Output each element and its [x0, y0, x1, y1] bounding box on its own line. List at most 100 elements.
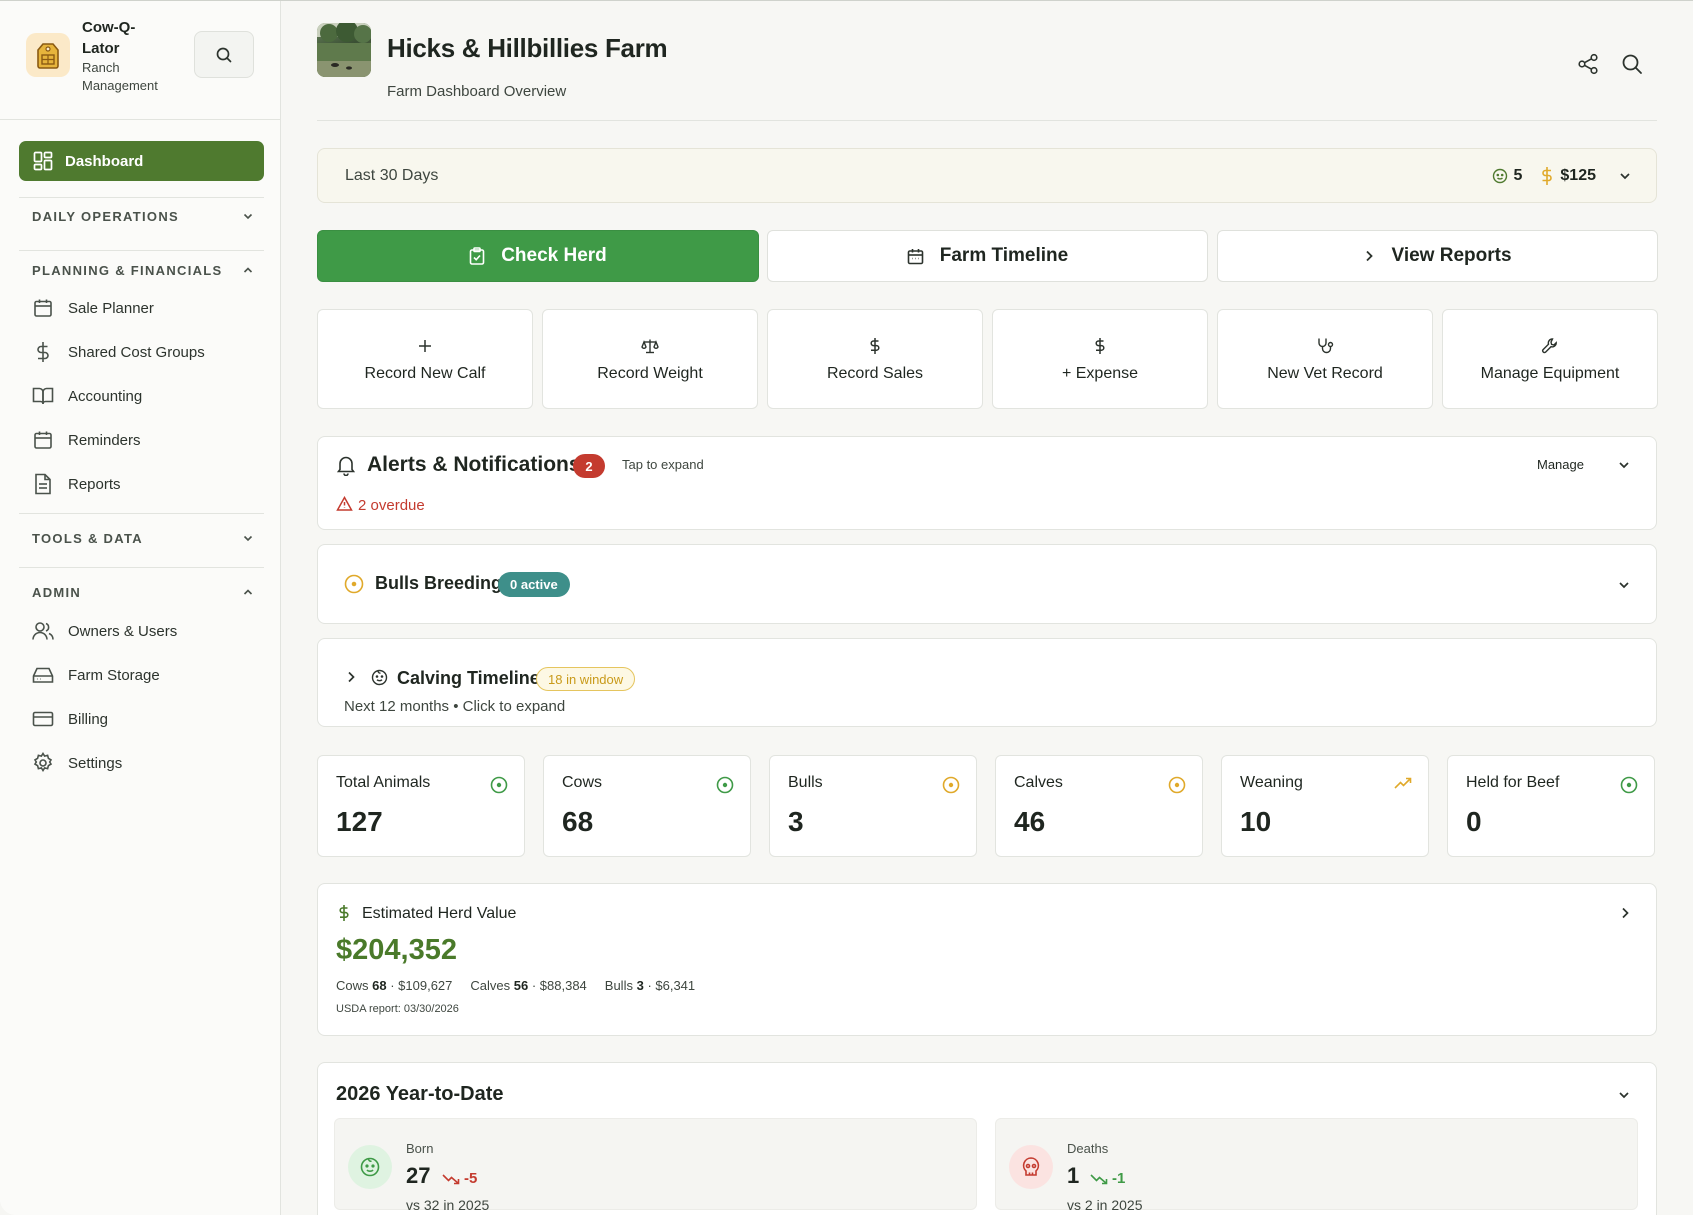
sidebar-search-button[interactable]: [194, 31, 254, 78]
farm-timeline-button[interactable]: Farm Timeline: [767, 230, 1208, 282]
section-daily-operations[interactable]: DAILY OPERATIONS: [32, 206, 264, 226]
sidebar-item-dashboard[interactable]: Dashboard: [19, 141, 264, 181]
sidebar-item-owners-users[interactable]: Owners & Users: [32, 616, 264, 646]
warning-triangle-icon: [336, 496, 353, 512]
divider: [19, 567, 264, 568]
breakdown-count: 3: [636, 978, 644, 993]
record-weight-button[interactable]: Record Weight: [542, 309, 758, 409]
calving-timeline-subtitle: Next 12 months • Click to expand: [344, 698, 566, 715]
farm-photo: [317, 23, 371, 77]
sidebar-item-settings[interactable]: Settings: [32, 748, 264, 778]
breakdown-calves: Calves 56 · $88,384: [470, 978, 586, 993]
calving-timeline-card[interactable]: Calving Timeline 18 in window Next 12 mo…: [317, 638, 1657, 727]
header-search-button[interactable]: [1619, 51, 1645, 77]
stat-cows[interactable]: Cows 68: [543, 755, 751, 857]
stat-held-for-beef[interactable]: Held for Beef 0: [1447, 755, 1655, 857]
trending-down-icon: [442, 1173, 460, 1185]
chevron-down-icon[interactable]: [1617, 1088, 1631, 1102]
stat-total-animals[interactable]: Total Animals 127: [317, 755, 525, 857]
ytd-deaths-tile: Deaths 1 -1 vs 2 in 2025: [995, 1118, 1638, 1213]
sidebar-item-shared-cost-groups[interactable]: Shared Cost Groups: [32, 337, 264, 367]
sidebar-item-label: Reports: [68, 475, 121, 493]
search-icon: [1622, 54, 1642, 74]
chevron-up-icon: [243, 589, 253, 595]
stat-label: Held for Beef: [1466, 774, 1560, 791]
period-amount: $125: [1540, 166, 1596, 186]
calendar-icon: [907, 248, 924, 265]
chevron-down-icon[interactable]: [1617, 458, 1631, 472]
breakdown-bulls: Bulls 3 · $6,341: [605, 978, 695, 993]
sidebar-item-sale-planner[interactable]: Sale Planner: [32, 293, 264, 323]
ytd-title: 2026 Year-to-Date: [336, 1083, 504, 1105]
period-selector[interactable]: Last 30 Days 5 $125: [317, 148, 1657, 203]
stat-value: 127: [336, 806, 383, 837]
dollar-icon: [1540, 166, 1554, 186]
gear-icon: [32, 752, 54, 774]
sidebar-item-reminders[interactable]: Reminders: [32, 425, 264, 455]
calving-timeline-title: Calving Timeline: [397, 668, 540, 688]
stethoscope-icon: [1316, 335, 1334, 357]
stat-value: 3: [788, 806, 804, 837]
delta-value: -1: [1112, 1170, 1126, 1187]
alerts-card[interactable]: Alerts & Notifications 2 Tap to expand M…: [317, 436, 1657, 530]
trending-up-icon: [1394, 776, 1412, 790]
chevron-right-icon[interactable]: [1620, 906, 1630, 920]
sidebar-item-billing[interactable]: Billing: [32, 704, 264, 734]
stat-weaning[interactable]: Weaning 10: [1221, 755, 1429, 857]
share-button[interactable]: [1575, 51, 1601, 77]
sidebar-item-label: Billing: [68, 710, 109, 728]
target-icon: [344, 574, 364, 594]
period-label: Last 30 Days: [345, 166, 439, 184]
section-tools-data[interactable]: TOOLS & DATA: [32, 528, 264, 548]
clipboard-check-icon: [469, 247, 485, 265]
breakdown-value: · $109,627: [386, 978, 453, 993]
hard-drive-icon: [32, 666, 54, 684]
chevron-down-icon: [1617, 578, 1631, 592]
stat-value: 0: [1466, 806, 1482, 837]
brand-name-2: Lator: [82, 40, 120, 57]
baby-face-icon: [348, 1145, 392, 1189]
add-expense-button[interactable]: + Expense: [992, 309, 1208, 409]
alerts-overdue: 2 overdue: [358, 497, 425, 514]
manage-equipment-button[interactable]: Manage Equipment: [1442, 309, 1658, 409]
alerts-manage-link[interactable]: Manage: [1537, 457, 1584, 472]
chevron-up-icon: [243, 267, 253, 273]
sidebar-item-label: Shared Cost Groups: [68, 343, 205, 361]
brand-subtitle-2: Management: [82, 78, 158, 93]
book-open-icon: [32, 386, 54, 406]
chevron-down-icon: [243, 535, 253, 542]
sidebar-item-reports[interactable]: Reports: [32, 469, 264, 499]
divider: [19, 197, 264, 198]
new-vet-record-button[interactable]: New Vet Record: [1217, 309, 1433, 409]
sidebar-item-label: Accounting: [68, 387, 143, 405]
record-sales-button[interactable]: Record Sales: [767, 309, 983, 409]
target-icon: [1168, 776, 1186, 794]
ytd-deaths-label: Deaths: [1067, 1141, 1109, 1156]
dollar-icon: [869, 335, 881, 357]
users-icon: [32, 621, 54, 641]
quick-action-label: Record Weight: [597, 365, 703, 382]
section-label: DAILY OPERATIONS: [32, 208, 179, 224]
sidebar-item-label: Reminders: [68, 431, 141, 449]
page-subtitle: Farm Dashboard Overview: [387, 83, 567, 100]
sidebar-item-farm-storage[interactable]: Farm Storage: [32, 660, 264, 690]
view-reports-button[interactable]: View Reports: [1217, 230, 1658, 282]
sidebar-item-accounting[interactable]: Accounting: [32, 381, 264, 411]
stat-calves[interactable]: Calves 46: [995, 755, 1203, 857]
bulls-breeding-card[interactable]: Bulls Breeding 0 active: [317, 544, 1657, 624]
record-new-calf-button[interactable]: Record New Calf: [317, 309, 533, 409]
target-icon: [1620, 776, 1638, 794]
section-admin[interactable]: ADMIN: [32, 582, 264, 602]
stat-bulls[interactable]: Bulls 3: [769, 755, 977, 857]
check-herd-button[interactable]: Check Herd: [317, 230, 759, 282]
section-planning-financials[interactable]: PLANNING & FINANCIALS: [32, 260, 264, 280]
section-label: TOOLS & DATA: [32, 530, 143, 546]
brand-subtitle: Ranch: [82, 60, 120, 75]
page-title: Hicks & Hillbillies Farm: [387, 33, 668, 63]
breakdown-cows: Cows 68 · $109,627: [336, 978, 452, 993]
sidebar-item-label: Settings: [68, 754, 123, 772]
target-icon: [716, 776, 734, 794]
stat-value: 68: [562, 806, 594, 837]
chevron-down-icon: [243, 213, 253, 220]
herd-value-card[interactable]: Estimated Herd Value $204,352 Cows 68 · …: [317, 883, 1657, 1036]
